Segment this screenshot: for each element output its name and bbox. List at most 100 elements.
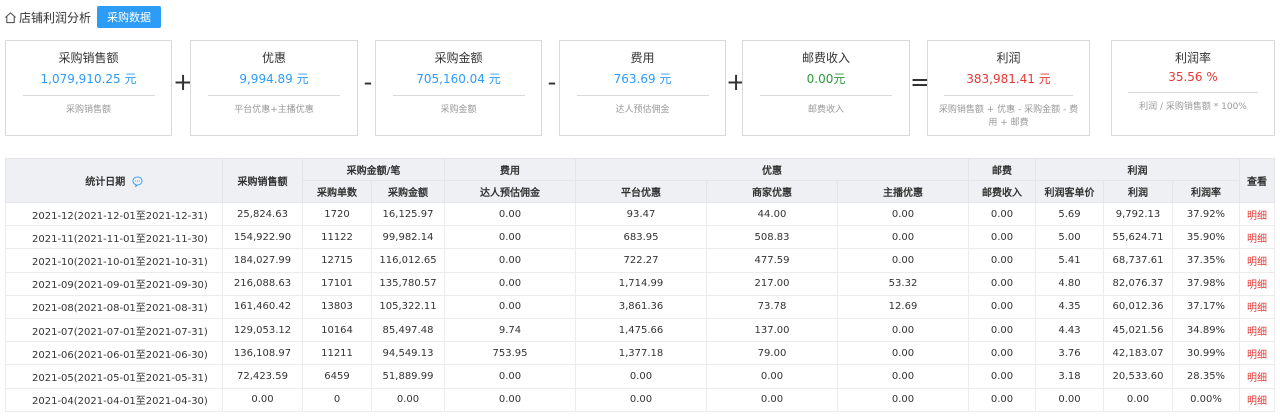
divider	[576, 95, 709, 96]
card-title: 利润率	[1174, 51, 1211, 65]
group-cost: 费用	[444, 158, 576, 181]
table-cell: 5.00	[1035, 225, 1104, 250]
card-purchase-amount: 采购金额 705,160.04 元 采购金额	[375, 40, 542, 136]
table-cell: 12.69	[837, 294, 969, 319]
table-cell: 13803	[302, 294, 372, 319]
table-cell: 216,088.63	[222, 271, 303, 296]
card-sales: 采购销售额 1,079,910.25 元 采购销售额	[5, 40, 172, 136]
table-cell: 3.76	[1035, 341, 1104, 366]
table-cell: 2021-10(2021-10-01至2021-10-31)	[5, 248, 223, 273]
card-desc: 采购销售额	[65, 105, 111, 115]
card-title: 采购金额	[434, 51, 483, 65]
card-profit: 利润 383,981.41 元 采购销售额 + 优惠 - 采购金额 - 费用 +…	[927, 40, 1090, 136]
page-title: 店铺利润分析	[19, 10, 92, 25]
table-cell: 37.17%	[1172, 294, 1240, 319]
col-order-count: 采购单数	[302, 180, 372, 203]
table-cell: 45,021.56	[1103, 317, 1173, 343]
table-row: 2021-10(2021-10-01至2021-10-31) 184,027.99…	[5, 248, 1275, 273]
table-cell: 217.00	[706, 271, 838, 296]
divider	[392, 95, 525, 96]
detail-link[interactable]: 明细	[1239, 225, 1275, 250]
detail-link[interactable]: 明细	[1239, 317, 1275, 343]
table-cell: 722.27	[575, 248, 707, 273]
home-icon[interactable]	[4, 11, 17, 24]
card-discount: 优惠 9,994.89 元 平台优惠+主播优惠	[190, 40, 358, 136]
table-cell: 0.00	[837, 225, 969, 250]
detail-link[interactable]: 明细	[1239, 341, 1275, 366]
table-cell: 0.00	[444, 364, 576, 389]
table-cell: 42,183.07	[1103, 341, 1173, 366]
table-cell: 60,012.36	[1103, 294, 1173, 319]
table-cell: 79.00	[706, 341, 838, 366]
group-purchase: 采购金额/笔	[302, 158, 445, 181]
card-title: 优惠	[261, 51, 286, 65]
metric-cards: 采购销售额 1,079,910.25 元 采购销售额 + 优惠 9,994.89…	[5, 40, 1275, 136]
col-profit-rate: 利润率	[1172, 180, 1240, 203]
card-value: 1,079,910.25 元	[40, 72, 137, 86]
col-date-label: 统计日期	[85, 177, 126, 188]
table-cell: 0.00	[837, 387, 969, 412]
col-merchant-discount: 商家优惠	[706, 180, 838, 203]
table-cell: 0.00	[968, 201, 1036, 227]
table-cell: 4.43	[1035, 317, 1104, 343]
detail-link[interactable]: 明细	[1239, 201, 1275, 227]
table-cell: 2021-12(2021-12-01至2021-12-31)	[5, 201, 223, 227]
detail-link[interactable]: 明细	[1239, 248, 1275, 273]
table-cell: 0.00	[968, 317, 1036, 343]
table-cell: 0.00	[444, 271, 576, 296]
detail-link[interactable]: 明细	[1239, 294, 1275, 319]
table-row: 2021-09(2021-09-01至2021-09-30) 216,088.63…	[5, 271, 1275, 296]
table-cell: 0.00	[837, 341, 969, 366]
card-value: 9,994.89 元	[239, 72, 309, 86]
card-value: 0.00元	[806, 72, 846, 86]
card-postage: 邮费收入 0.00元 邮费收入	[742, 40, 910, 136]
table-cell: 753.95	[444, 341, 576, 366]
detail-link[interactable]: 明细	[1239, 364, 1275, 389]
divider	[207, 95, 341, 96]
table-cell: 0.00	[968, 341, 1036, 366]
col-sales: 采购销售额	[222, 158, 303, 203]
info-icon[interactable]	[132, 176, 143, 187]
table-cell: 105,322.11	[371, 294, 445, 319]
table-cell: 9,792.13	[1103, 201, 1173, 227]
table-cell: 116,012.65	[371, 248, 445, 273]
table-cell: 30.99%	[1172, 341, 1240, 366]
col-date: 统计日期	[5, 158, 223, 203]
group-profit: 利润	[1035, 158, 1240, 181]
purchase-data-button[interactable]: 采购数据	[97, 6, 162, 28]
table-row: 2021-05(2021-05-01至2021-05-31) 72,423.59 6…	[5, 364, 1275, 389]
profit-table-wrapper: 统计日期 采购销售额 采购金额/笔 费用 优惠 邮费 利润 查看 采购单数 采购…	[5, 158, 1275, 412]
detail-link[interactable]: 明细	[1239, 271, 1275, 296]
table-cell: 12715	[302, 248, 372, 273]
table-cell: 136,108.97	[222, 341, 303, 366]
table-cell: 72,423.59	[222, 364, 303, 389]
table-cell: 1,475.66	[575, 317, 707, 343]
card-value: 705,160.04 元	[416, 72, 501, 86]
table-cell: 2021-11(2021-11-01至2021-11-30)	[5, 225, 223, 250]
table-cell: 0.00	[444, 225, 576, 250]
table-cell: 0.00	[968, 387, 1036, 412]
card-profit-rate: 利润率 35.56 % 利润 / 采购销售额 * 100%	[1111, 40, 1275, 136]
table-cell: 477.59	[706, 248, 838, 273]
table-cell: 4.35	[1035, 294, 1104, 319]
table-cell: 2021-09(2021-09-01至2021-09-30)	[5, 271, 223, 296]
table-cell: 11122	[302, 225, 372, 250]
table-body: 2021-12(2021-12-01至2021-12-31) 25,824.63 1…	[5, 201, 1275, 412]
table-cell: 2021-05(2021-05-01至2021-05-31)	[5, 364, 223, 389]
table-cell: 44.00	[706, 201, 838, 227]
table-cell: 5.41	[1035, 248, 1104, 273]
card-title: 费用	[630, 51, 655, 65]
detail-link[interactable]: 明细	[1239, 387, 1275, 412]
card-desc: 采购金额	[440, 105, 477, 115]
table-cell: 28.35%	[1172, 364, 1240, 389]
col-profit: 利润	[1103, 180, 1173, 203]
table-cell: 68,737.61	[1103, 248, 1173, 273]
table-row: 2021-07(2021-07-01至2021-07-31) 129,053.12…	[5, 317, 1275, 343]
card-value: 763.69 元	[613, 72, 672, 86]
table-row: 2021-06(2021-06-01至2021-06-30) 136,108.97…	[5, 341, 1275, 366]
table-cell: 99,982.14	[371, 225, 445, 250]
card-title: 邮费收入	[801, 51, 850, 65]
table-cell: 37.35%	[1172, 248, 1240, 273]
table-cell: 0.00	[222, 387, 303, 412]
divider	[22, 95, 155, 96]
